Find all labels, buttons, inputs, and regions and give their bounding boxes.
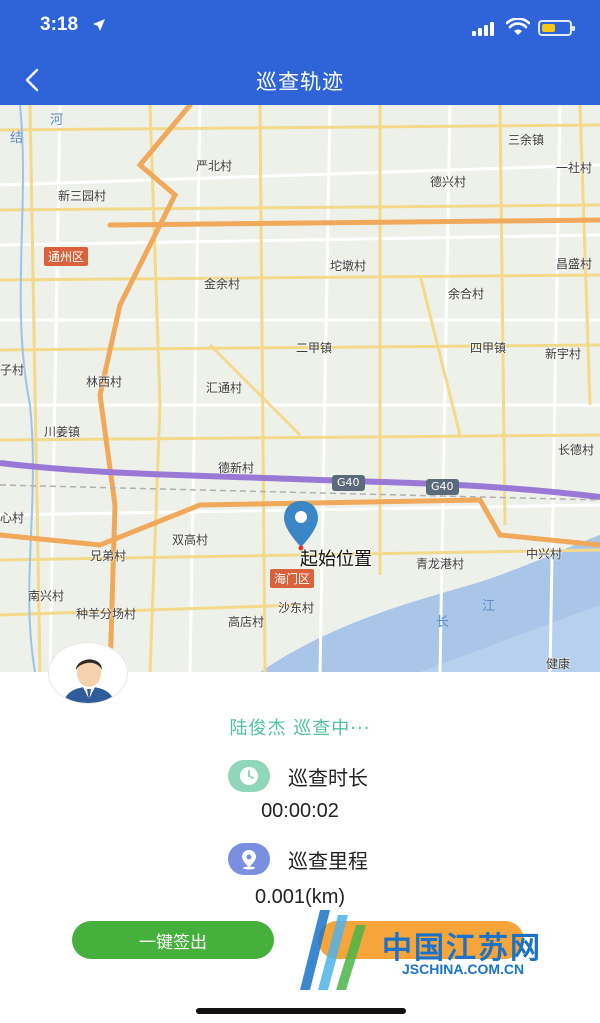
map-label: 德兴村 bbox=[430, 175, 467, 189]
map-label: 高店村 bbox=[228, 615, 265, 629]
status-time: 3:18 bbox=[40, 14, 79, 35]
map-label: 双高村 bbox=[172, 533, 209, 547]
map-label: 四甲镇 bbox=[470, 341, 507, 355]
watermark: 中国江苏网 JSCHINA.COM.CN bbox=[290, 905, 580, 995]
map-label: 川姜镇 bbox=[44, 425, 81, 439]
map-label: 一社村 bbox=[556, 161, 593, 175]
map-label: 河 bbox=[50, 113, 64, 128]
start-position-label: 起始位置 bbox=[300, 549, 372, 570]
checkout-button[interactable]: 一键签出 bbox=[72, 921, 274, 959]
duration-label: 巡查时长 bbox=[288, 766, 368, 790]
map-label: 长 bbox=[436, 615, 450, 630]
map-label: 子村 bbox=[0, 363, 25, 377]
page-title: 巡查轨迹 bbox=[256, 70, 344, 94]
district-badge: 海门区 bbox=[270, 569, 315, 588]
duration-value: 00:00:02 bbox=[261, 800, 339, 822]
distance-label: 巡查里程 bbox=[288, 849, 368, 873]
nav-header: 3:18 巡查轨迹 bbox=[0, 0, 600, 105]
battery-level bbox=[542, 24, 555, 32]
map-label: 二甲镇 bbox=[296, 341, 333, 355]
location-arrow-icon bbox=[93, 19, 105, 31]
map-label: 林西村 bbox=[86, 375, 123, 389]
map-label: 沙东村 bbox=[278, 601, 315, 615]
map-label: 南兴村 bbox=[28, 589, 65, 603]
highway-shield: G40 bbox=[426, 479, 459, 495]
status-bar: 3:18 bbox=[0, 0, 600, 56]
map-label: 金余村 bbox=[204, 277, 241, 291]
jschina-logo-icon bbox=[300, 910, 366, 990]
map-label: 心村 bbox=[0, 511, 25, 525]
clock-icon bbox=[228, 760, 270, 792]
watermark-url: JSCHINA.COM.CN bbox=[402, 961, 525, 977]
battery-icon bbox=[538, 20, 575, 36]
cellular-signal-icon bbox=[472, 22, 494, 36]
map-label: 昌盛村 bbox=[556, 257, 593, 271]
map-label: 青龙港村 bbox=[416, 557, 465, 571]
map-label: 中兴村 bbox=[526, 547, 563, 561]
map-label: 德新村 bbox=[218, 461, 255, 475]
map-view[interactable]: 严北村 三余镇 一社村 新三园村 德兴村 通州区 坨墩村 昌盛村 金余村 余合村… bbox=[0, 105, 600, 672]
wifi-icon bbox=[506, 18, 530, 35]
map-label: 健康 bbox=[546, 657, 571, 671]
map-label: 兄弟村 bbox=[90, 549, 127, 563]
map-label: 长德村 bbox=[558, 443, 595, 457]
district-badge: 通州区 bbox=[44, 247, 89, 266]
map-label: 新三园村 bbox=[58, 189, 107, 203]
map-label: 余合村 bbox=[448, 287, 485, 301]
home-indicator[interactable] bbox=[196, 1008, 406, 1014]
location-icon bbox=[228, 843, 270, 875]
user-avatar-icon bbox=[48, 642, 128, 704]
map-label: 坨墩村 bbox=[330, 259, 367, 273]
highway-shield: G40 bbox=[332, 475, 365, 491]
map-label: 江 bbox=[482, 599, 496, 614]
map-label: 三余镇 bbox=[508, 133, 545, 147]
patrol-status-text: 陆俊杰 巡查中··· bbox=[229, 718, 371, 739]
map-label: 严北村 bbox=[196, 159, 233, 173]
map-pin-icon[interactable] bbox=[282, 499, 320, 551]
map-label: 新宇村 bbox=[545, 347, 582, 361]
map-label: 汇通村 bbox=[206, 381, 243, 395]
map-label: 结 bbox=[10, 131, 24, 146]
map-label: 种羊分场村 bbox=[76, 607, 137, 621]
